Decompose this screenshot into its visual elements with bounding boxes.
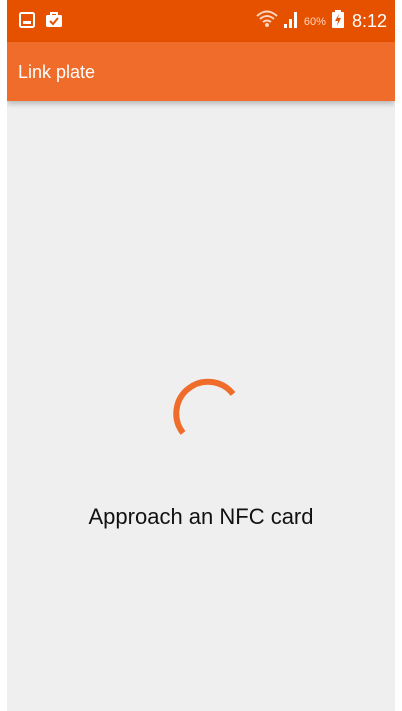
status-system-icons: 60% 8:12: [256, 9, 387, 34]
wifi-icon: [256, 9, 278, 34]
status-clock: 8:12: [351, 11, 387, 31]
battery-charging-icon: [331, 10, 344, 33]
nfc-link-screen: 60% 8:12 Link plate Approach an NFC card: [7, 0, 395, 711]
image-icon: [19, 11, 35, 33]
nfc-prompt-text: Approach an NFC card: [88, 504, 314, 529]
status-bar: 60% 8:12: [7, 0, 395, 42]
progress-spinner-icon: [166, 372, 242, 438]
app-bar: Link plate: [7, 42, 395, 101]
briefcase-check-icon: [45, 11, 63, 33]
signal-icon: [283, 9, 299, 34]
status-notifications: [19, 11, 63, 33]
battery-percent: 60%: [303, 15, 326, 28]
app-bar-title: Link plate: [18, 62, 96, 82]
